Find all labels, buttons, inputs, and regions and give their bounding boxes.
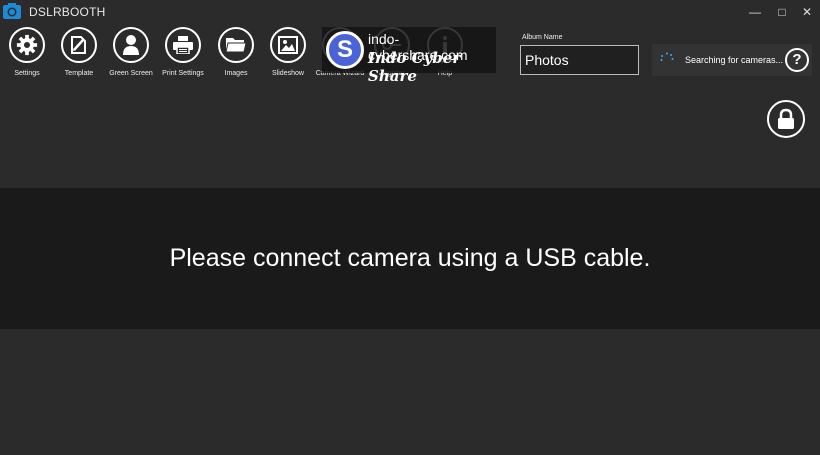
template-button[interactable]: Template — [53, 27, 105, 77]
folder-icon — [218, 27, 254, 63]
minimize-button[interactable]: — — [743, 3, 767, 21]
printer-icon — [165, 27, 201, 63]
lock-button[interactable] — [767, 100, 805, 138]
album-name-label: Album Name — [522, 34, 563, 41]
person-icon — [113, 27, 149, 63]
maximize-button[interactable]: □ — [770, 3, 794, 21]
picture-icon — [270, 27, 306, 63]
images-button[interactable]: Images — [210, 27, 262, 77]
slideshow-button[interactable]: Slideshow — [262, 27, 314, 77]
title-bar: DSLRBOOTH — □ ✕ — [0, 0, 820, 24]
camera-search-status: Searching for cameras... — [685, 55, 784, 65]
print-settings-label: Print Settings — [162, 70, 204, 77]
close-button[interactable]: ✕ — [795, 3, 819, 21]
settings-label: Settings — [14, 70, 40, 77]
watermark-logo: S — [326, 31, 364, 69]
album-name-input[interactable] — [520, 45, 639, 75]
connect-camera-message: Please connect camera using a USB cable. — [169, 244, 651, 272]
watermark-overlay: S indo-cybershare.com Indo Cyber Share — [322, 27, 496, 85]
slideshow-label: Slideshow — [272, 70, 304, 77]
app-title: DSLRBOOTH — [29, 5, 106, 19]
green-screen-button[interactable]: Green Screen — [105, 27, 157, 77]
settings-button[interactable]: Settings — [1, 27, 53, 77]
help-button[interactable]: ? — [785, 48, 809, 72]
loading-spinner-icon — [660, 52, 674, 61]
images-label: Images — [224, 70, 248, 77]
camera-app-icon — [3, 3, 21, 19]
green-screen-label: Green Screen — [109, 70, 153, 77]
gear-icon — [9, 27, 45, 63]
template-label: Template — [64, 70, 94, 77]
camera-message-panel: Please connect camera using a USB cable. — [0, 188, 820, 329]
lock-icon — [778, 108, 794, 129]
print-settings-button[interactable]: Print Settings — [157, 27, 209, 77]
template-icon — [61, 27, 97, 63]
watermark-brand: Indo Cyber Share — [368, 49, 461, 85]
